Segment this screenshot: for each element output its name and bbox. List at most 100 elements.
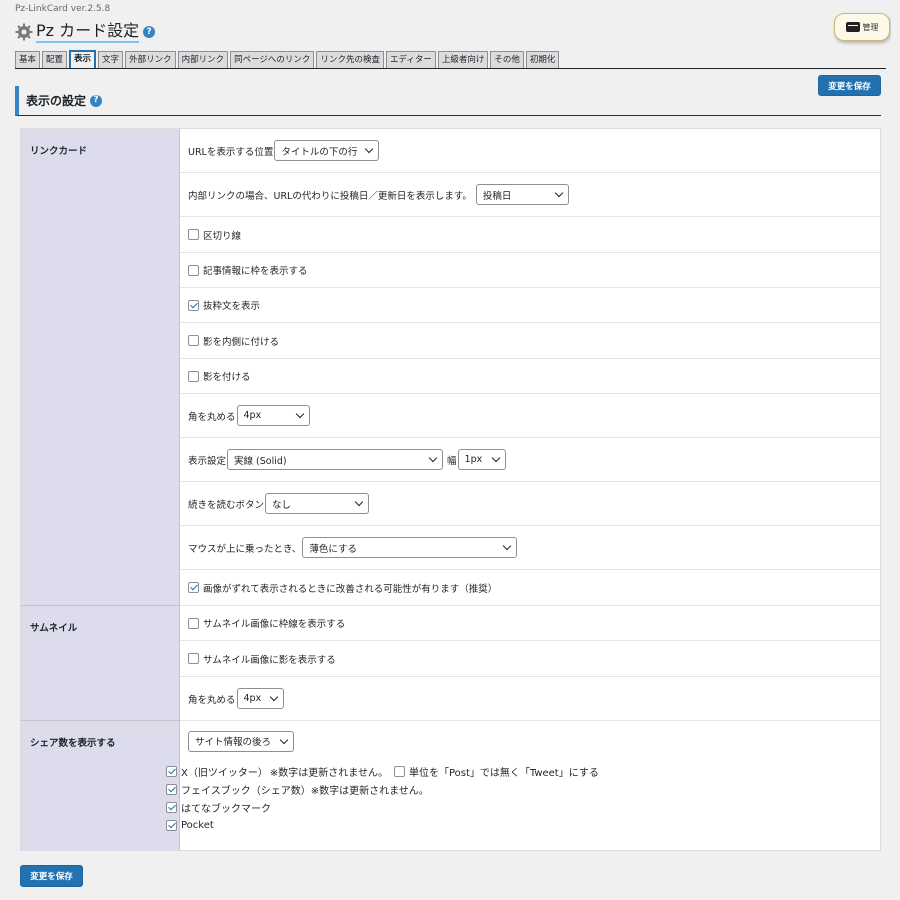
chevron-down-icon — [365, 144, 374, 154]
admin-button-label: 管理 — [862, 22, 879, 32]
page-scrollbar[interactable] — [891, 0, 900, 900]
tab-other[interactable]: その他 — [490, 51, 524, 68]
thumb-border-row: サムネイル画像に枠線を表示する — [180, 606, 880, 641]
share-pocket-label: Pocket — [181, 819, 214, 831]
thumb-radius-value: 4px — [243, 693, 262, 704]
chevron-down-icon — [269, 692, 278, 702]
tab-external-link[interactable]: 外部リンク — [125, 51, 176, 68]
tab-internal-link[interactable]: 内部リンク — [177, 51, 229, 68]
section-header: 表示の設定 ? — [15, 86, 881, 116]
shadow-label: 影を付ける — [203, 372, 251, 383]
section-title: 表示の設定 — [26, 94, 87, 108]
width-label: 幅 — [447, 455, 457, 467]
hover-label: マウスが上に乗ったとき、 — [188, 543, 302, 555]
chevron-down-icon — [279, 735, 289, 744]
section-help-icon[interactable]: ? — [90, 94, 103, 107]
excerpt-row: 抜粋文を表示 — [180, 288, 880, 323]
tab-display[interactable]: 表示 — [69, 50, 97, 68]
share-x-line: X（旧ツイッター） ※数字は更新されません。 単位を「Post」では無く「Twe… — [166, 762, 599, 780]
thumb-border-checkbox[interactable] — [188, 617, 199, 629]
divider-row: 区切り線 — [180, 217, 880, 253]
thumb-radius-row: 角を丸める 4px — [180, 677, 880, 721]
tab-text[interactable]: 文字 — [98, 51, 124, 68]
internal-date-label: 内部リンクの場合、URLの代わりに投稿日／更新日を表示します。 — [188, 190, 472, 202]
inner-shadow-label: 影を内側に付ける — [203, 336, 280, 348]
url-position-select[interactable]: タイトルの下の行 — [274, 140, 380, 161]
internal-date-select[interactable]: 投稿日 — [475, 184, 569, 205]
settings-tabs: 基本 配置 表示 文字 外部リンク 内部リンク 同ページへのリンク リンク先の検… — [15, 50, 561, 68]
hover-row: マウスが上に乗ったとき、 薄色にする — [180, 526, 880, 570]
share-position-value: サイト情報の後ろ — [195, 737, 272, 748]
radius-label: 角を丸める — [188, 411, 236, 423]
thumb-shadow-row: サムネイル画像に影を表示する — [180, 641, 880, 677]
tab-advanced[interactable]: 上級者向け — [437, 51, 489, 68]
excerpt-label: 抜粋文を表示 — [203, 301, 261, 312]
gear-icon — [15, 23, 33, 41]
share-hatena-label: はてなブックマーク — [181, 803, 271, 815]
chevron-down-icon — [503, 541, 512, 551]
tab-same-page-link[interactable]: 同ページへのリンク — [230, 51, 315, 68]
frame-row: 記事情報に枠を表示する — [180, 253, 880, 288]
image-fix-checkbox[interactable] — [188, 582, 199, 593]
width-value: 1px — [464, 454, 483, 465]
share-position-select[interactable]: サイト情報の後ろ — [188, 730, 294, 752]
share-x-note: ※数字は更新されません。 — [269, 767, 388, 779]
settings-panel: リンクカード サムネイル シェア数を表示する URLを表示する位置 タイトルの下… — [20, 128, 881, 851]
share-hatena-checkbox[interactable] — [166, 801, 177, 813]
inner-shadow-row: 影を内側に付ける — [180, 323, 880, 359]
chevron-down-icon — [554, 188, 564, 198]
save-button-bottom[interactable]: 変更を保存 — [20, 865, 83, 887]
hover-value: 薄色にする — [309, 543, 357, 555]
help-icon[interactable]: ? — [143, 26, 156, 38]
share-pocket-checkbox[interactable] — [166, 819, 177, 831]
url-position-row: URLを表示する位置 タイトルの下の行 — [180, 129, 880, 173]
shadow-row: 影を付ける — [180, 359, 880, 394]
chevron-down-icon — [491, 453, 500, 463]
shadow-checkbox[interactable] — [188, 370, 199, 382]
tab-link-check[interactable]: リンク先の検査 — [316, 51, 384, 68]
more-button-label: 続きを読むボタン — [188, 499, 265, 511]
url-position-label: URLを表示する位置 — [188, 146, 274, 158]
image-fix-label: 画像がずれて表示されるときに改善される可能性が有ります（推奨） — [203, 583, 498, 595]
more-button-select[interactable]: なし — [265, 493, 370, 514]
tab-placement[interactable]: 配置 — [42, 51, 68, 68]
share-services: X（旧ツイッター） ※数字は更新されません。 単位を「Post」では無く「Twe… — [166, 762, 599, 834]
share-facebook-line: フェイスブック（シェア数） ※数字は更新されません。 — [166, 780, 599, 798]
inner-shadow-checkbox[interactable] — [188, 335, 199, 346]
radius-row: 角を丸める 4px — [180, 394, 880, 438]
frame-checkbox[interactable] — [188, 264, 199, 276]
admin-button[interactable]: 管理 — [834, 13, 890, 41]
image-fix-row: 画像がずれて表示されるときに改善される可能性が有ります（推奨） — [180, 570, 880, 606]
tweet-unit-label: 単位を「Post」では無く「Tweet」にする — [408, 767, 599, 779]
border-row: 表示設定 実線 (Solid) 幅 1px — [180, 438, 880, 482]
chevron-down-icon — [295, 409, 304, 419]
internal-date-row: 内部リンクの場合、URLの代わりに投稿日／更新日を表示します。 投稿日 — [180, 173, 880, 217]
divider-label: 区切り線 — [203, 230, 242, 242]
frame-label: 記事情報に枠を表示する — [203, 266, 308, 277]
thumb-radius-select[interactable]: 4px — [236, 688, 284, 709]
share-position-row: サイト情報の後ろ — [180, 721, 880, 761]
share-facebook-note: ※数字は更新されません。 — [310, 785, 429, 797]
linkcard-heading: リンクカード — [21, 129, 180, 606]
radius-select[interactable]: 4px — [236, 405, 310, 426]
tab-reset[interactable]: 初期化 — [525, 51, 560, 68]
share-pocket-line: Pocket — [166, 816, 599, 834]
radius-value: 4px — [243, 410, 262, 421]
border-style-select[interactable]: 実線 (Solid) — [227, 449, 444, 470]
border-label: 表示設定 — [188, 455, 227, 467]
border-style-value: 実線 (Solid) — [234, 455, 287, 467]
width-select[interactable]: 1px — [457, 449, 506, 470]
page-title: Pz カード設定 — [36, 21, 140, 43]
tweet-unit-checkbox[interactable] — [393, 765, 405, 777]
excerpt-checkbox[interactable] — [188, 299, 199, 311]
share-facebook-checkbox[interactable] — [166, 783, 177, 795]
divider-checkbox[interactable] — [188, 229, 199, 240]
tab-basic[interactable]: 基本 — [15, 51, 41, 68]
more-button-row: 続きを読むボタン なし — [180, 482, 880, 526]
tab-editor[interactable]: エディター — [385, 51, 436, 68]
chevron-down-icon — [428, 453, 438, 463]
thumb-shadow-checkbox[interactable] — [188, 653, 199, 664]
share-x-checkbox[interactable] — [166, 765, 177, 777]
hover-select[interactable]: 薄色にする — [302, 537, 518, 558]
share-facebook-label: フェイスブック（シェア数） — [181, 785, 311, 797]
